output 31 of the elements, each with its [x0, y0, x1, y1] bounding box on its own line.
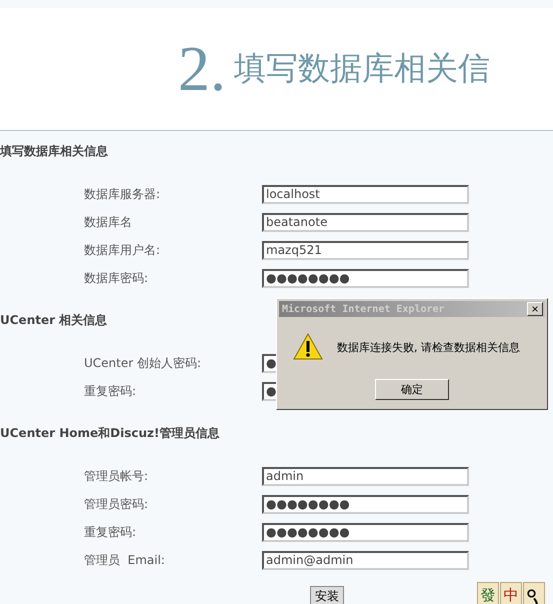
- field-label: 管理员帐号:: [83, 468, 150, 484]
- section-heading: UCenter Home和Discuz!管理员信息: [0, 425, 220, 442]
- input-field[interactable]: mazq521: [262, 240, 469, 260]
- input-field[interactable]: ●●●●●●●●: [262, 494, 469, 514]
- field-label: 数据库密码:: [83, 270, 150, 286]
- input-field[interactable]: admin: [262, 466, 469, 486]
- input-field[interactable]: localhost: [262, 184, 469, 204]
- input-field[interactable]: ●●●●●●●●: [262, 268, 469, 288]
- dialog-title: Microsoft Internet Explorer: [282, 304, 445, 314]
- page-title: 填写数据库相关信: [234, 48, 490, 89]
- mahjong-tile[interactable]: 中: [500, 582, 522, 604]
- field-label: 管理员 Email:: [83, 552, 166, 568]
- field-label: 重复密码:: [83, 382, 138, 400]
- dialog-message: 数据库连接失败, 请检查数据相关信息: [337, 340, 520, 354]
- field-label: 管理员密码:: [83, 496, 150, 512]
- mahjong-tile-icon[interactable]: [523, 582, 545, 604]
- close-button[interactable]: ×: [527, 302, 543, 316]
- install-button[interactable]: 安装: [310, 586, 344, 604]
- section-heading: UCenter 相关信息: [0, 312, 108, 329]
- ok-button[interactable]: 确定: [375, 379, 449, 400]
- input-field[interactable]: ●●●●●●●●: [262, 522, 469, 542]
- field-label: 数据库用户名:: [83, 242, 162, 258]
- step-number: 2.: [178, 37, 226, 101]
- field-label: 重复密码:: [83, 524, 138, 540]
- warning-icon: [293, 333, 323, 361]
- field-label: 数据库服务器:: [83, 186, 162, 202]
- input-field[interactable]: beatanote: [262, 212, 469, 232]
- input-field[interactable]: admin@admin: [262, 550, 469, 570]
- mahjong-tile[interactable]: 發: [477, 582, 499, 604]
- field-label: UCenter 创始人密码:: [83, 354, 202, 372]
- field-label: 数据库名: [83, 214, 133, 230]
